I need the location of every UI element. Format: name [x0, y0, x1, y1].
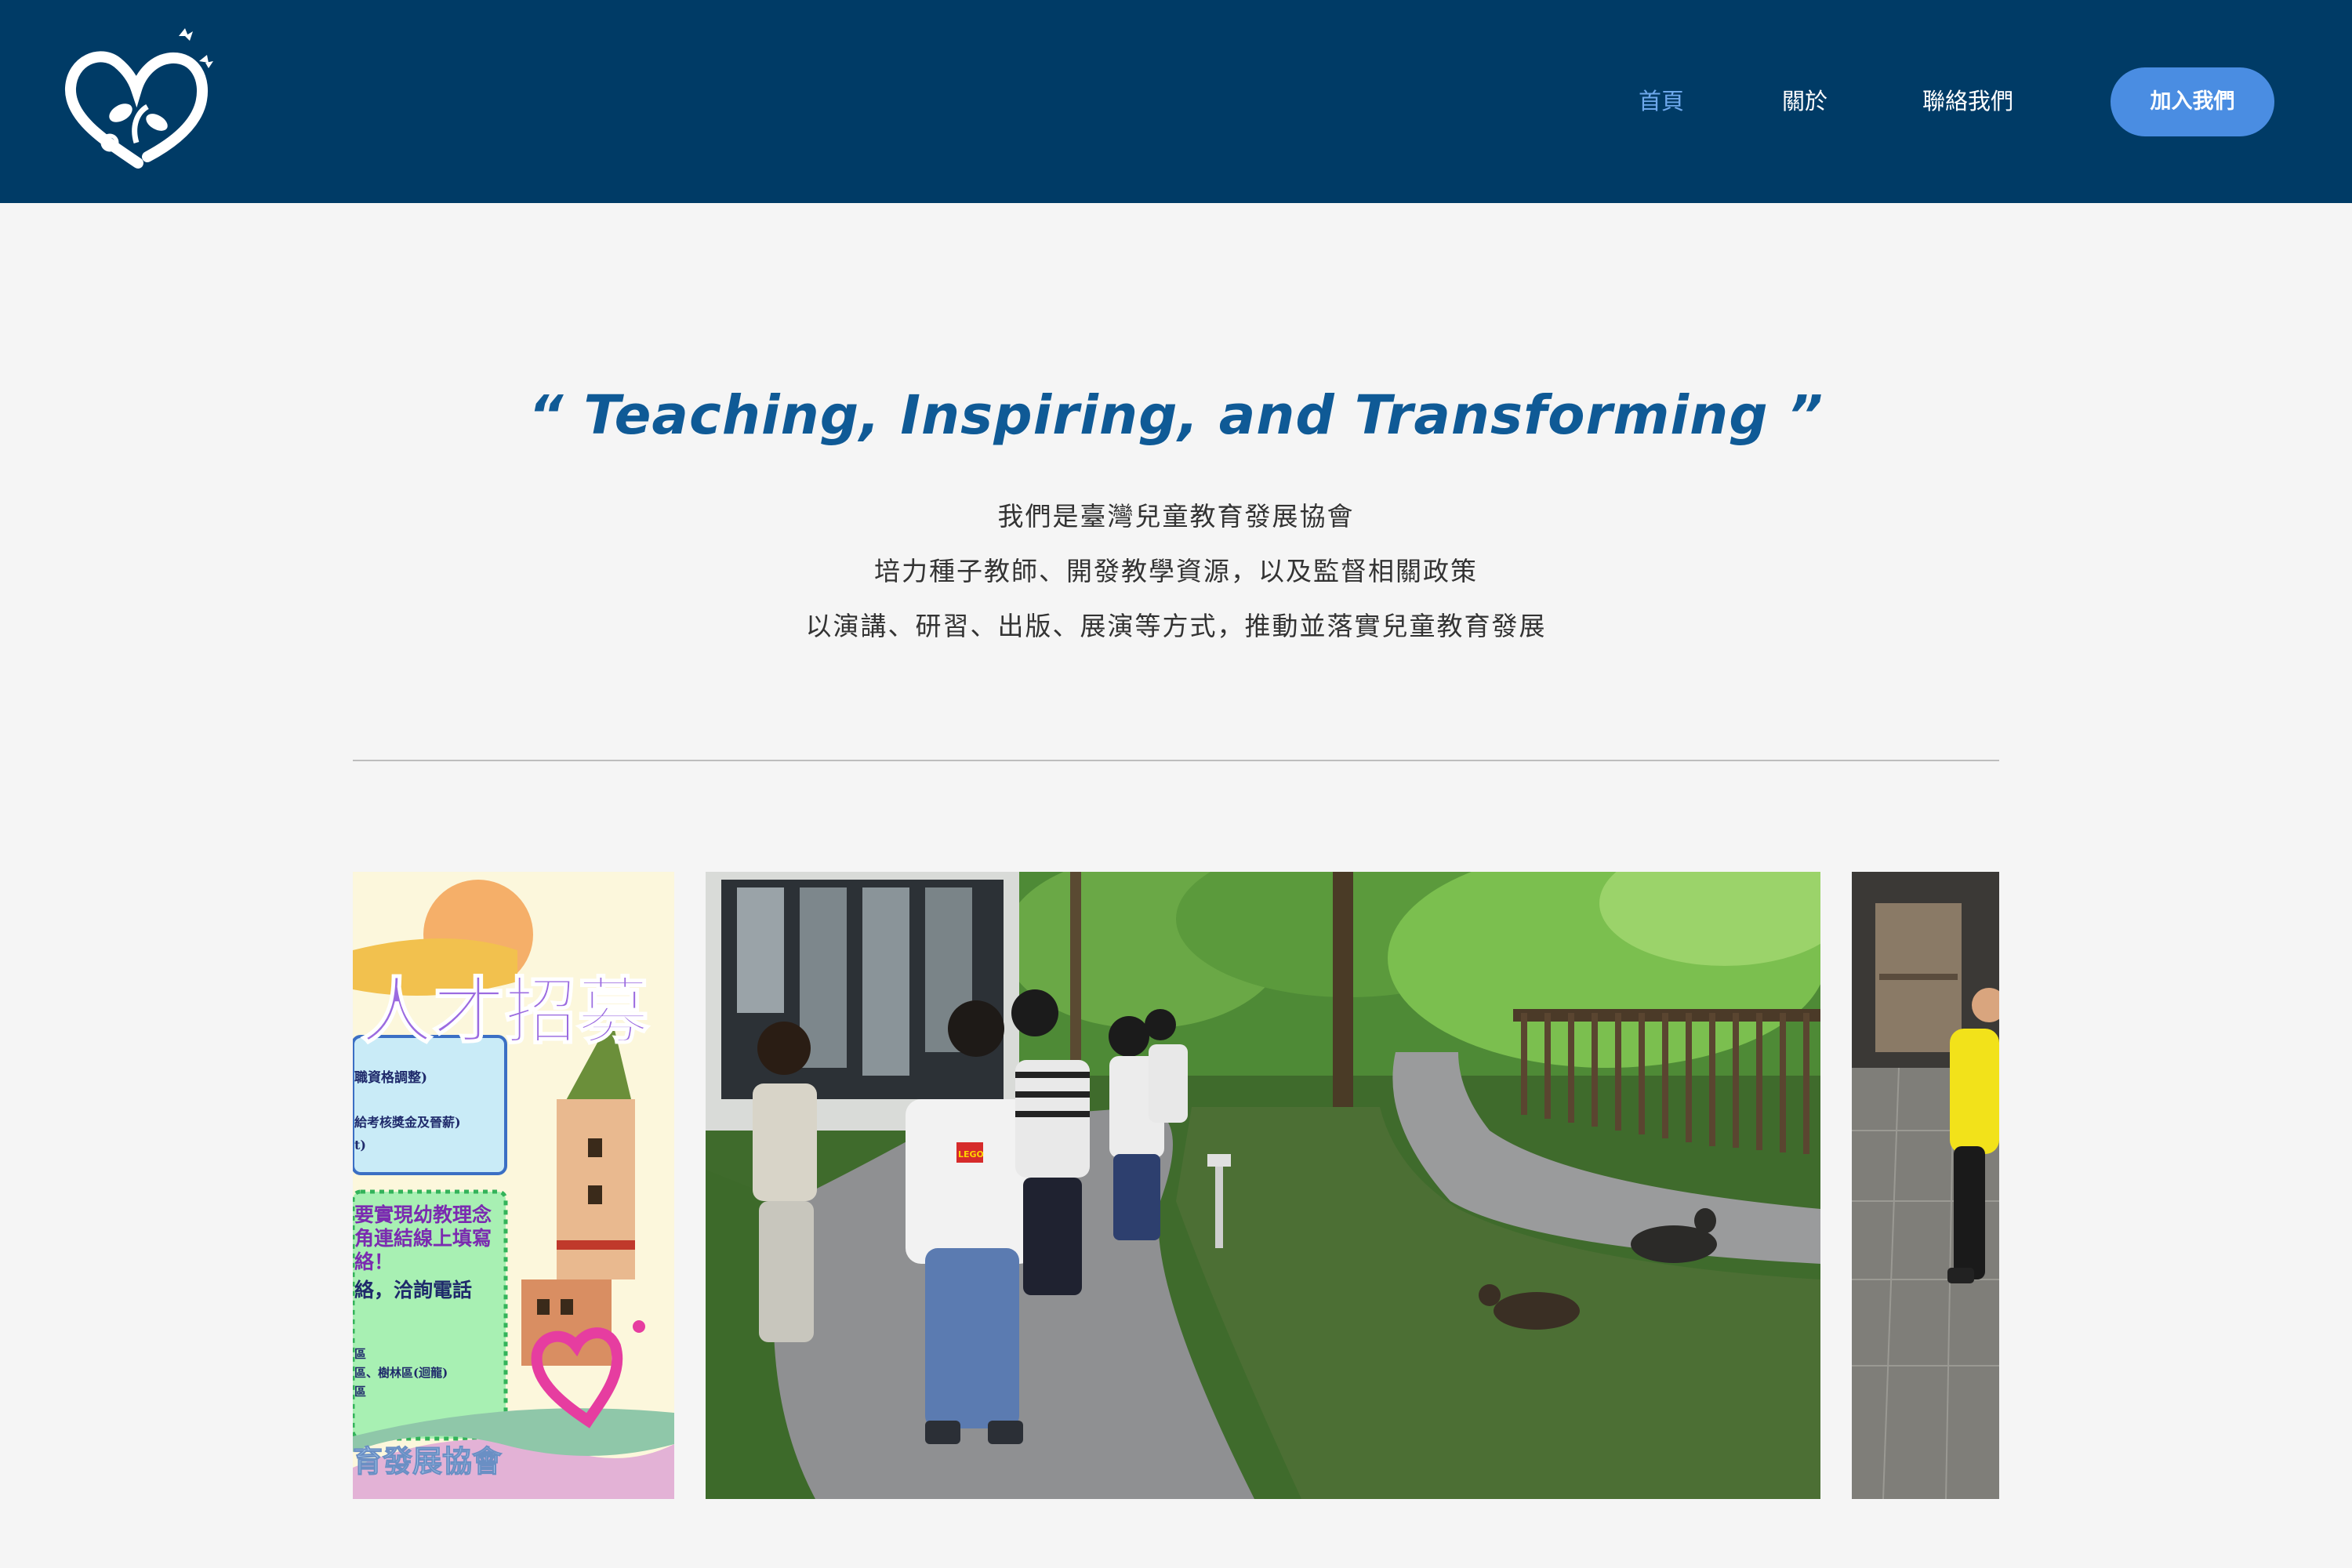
poster-line-7: 絡，洽詢電話	[354, 1279, 472, 1301]
section-divider	[353, 760, 1999, 761]
heart-butterfly-logo-icon[interactable]	[61, 25, 220, 176]
nav-home-link[interactable]: 首頁	[1639, 82, 1684, 121]
poster-line-6: 絡！	[354, 1250, 394, 1273]
site-header: 首頁 關於 聯絡我們 加入我們	[0, 0, 2352, 203]
child-tile-floor-photo[interactable]	[1852, 872, 1999, 1499]
join-us-button[interactable]: 加入我們	[2111, 67, 2274, 136]
poster-line-5: 角連結線上填寫	[354, 1227, 492, 1250]
intro-line-2: 培力種子教師、開發教學資源，以及監督相關政策	[874, 556, 1478, 586]
poster-footer: 育發展協會	[353, 1443, 503, 1479]
poster-line-9: 區、樹林區(迴龍)	[354, 1366, 448, 1380]
image-gallery[interactable]: 人才招募 職資格調整) 給考核獎金及晉薪) t) 要實現幼教理念 角連結線上填寫…	[353, 872, 1999, 1499]
intro-line-3: 以演講、研習、出版、展演等方式，推動並落實兒童教育發展	[805, 611, 1547, 641]
nav-contact-link[interactable]: 聯絡我們	[1922, 82, 2013, 121]
poster-title: 人才招募	[361, 969, 650, 1054]
poster-line-2: 給考核獎金及晉薪)	[354, 1115, 461, 1130]
children-garden-photo[interactable]: LEGO	[706, 872, 1820, 1499]
poster-line-8: 區	[354, 1347, 366, 1361]
slogan-heading: “ Teaching, Inspiring, and Transforming …	[528, 384, 1824, 447]
nav-about-link[interactable]: 關於	[1782, 82, 1828, 121]
recruitment-poster-slide[interactable]: 人才招募 職資格調整) 給考核獎金及晉薪) t) 要實現幼教理念 角連結線上填寫…	[353, 872, 674, 1499]
poster-line-3: t)	[354, 1138, 366, 1152]
intro-line-1: 我們是臺灣兒童教育發展協會	[997, 501, 1355, 532]
shirt-logo-text: LEGO	[958, 1149, 984, 1160]
poster-line-4: 要實現幼教理念	[354, 1203, 492, 1226]
poster-line-1: 職資格調整)	[354, 1069, 427, 1086]
poster-line-10: 區	[354, 1385, 366, 1399]
